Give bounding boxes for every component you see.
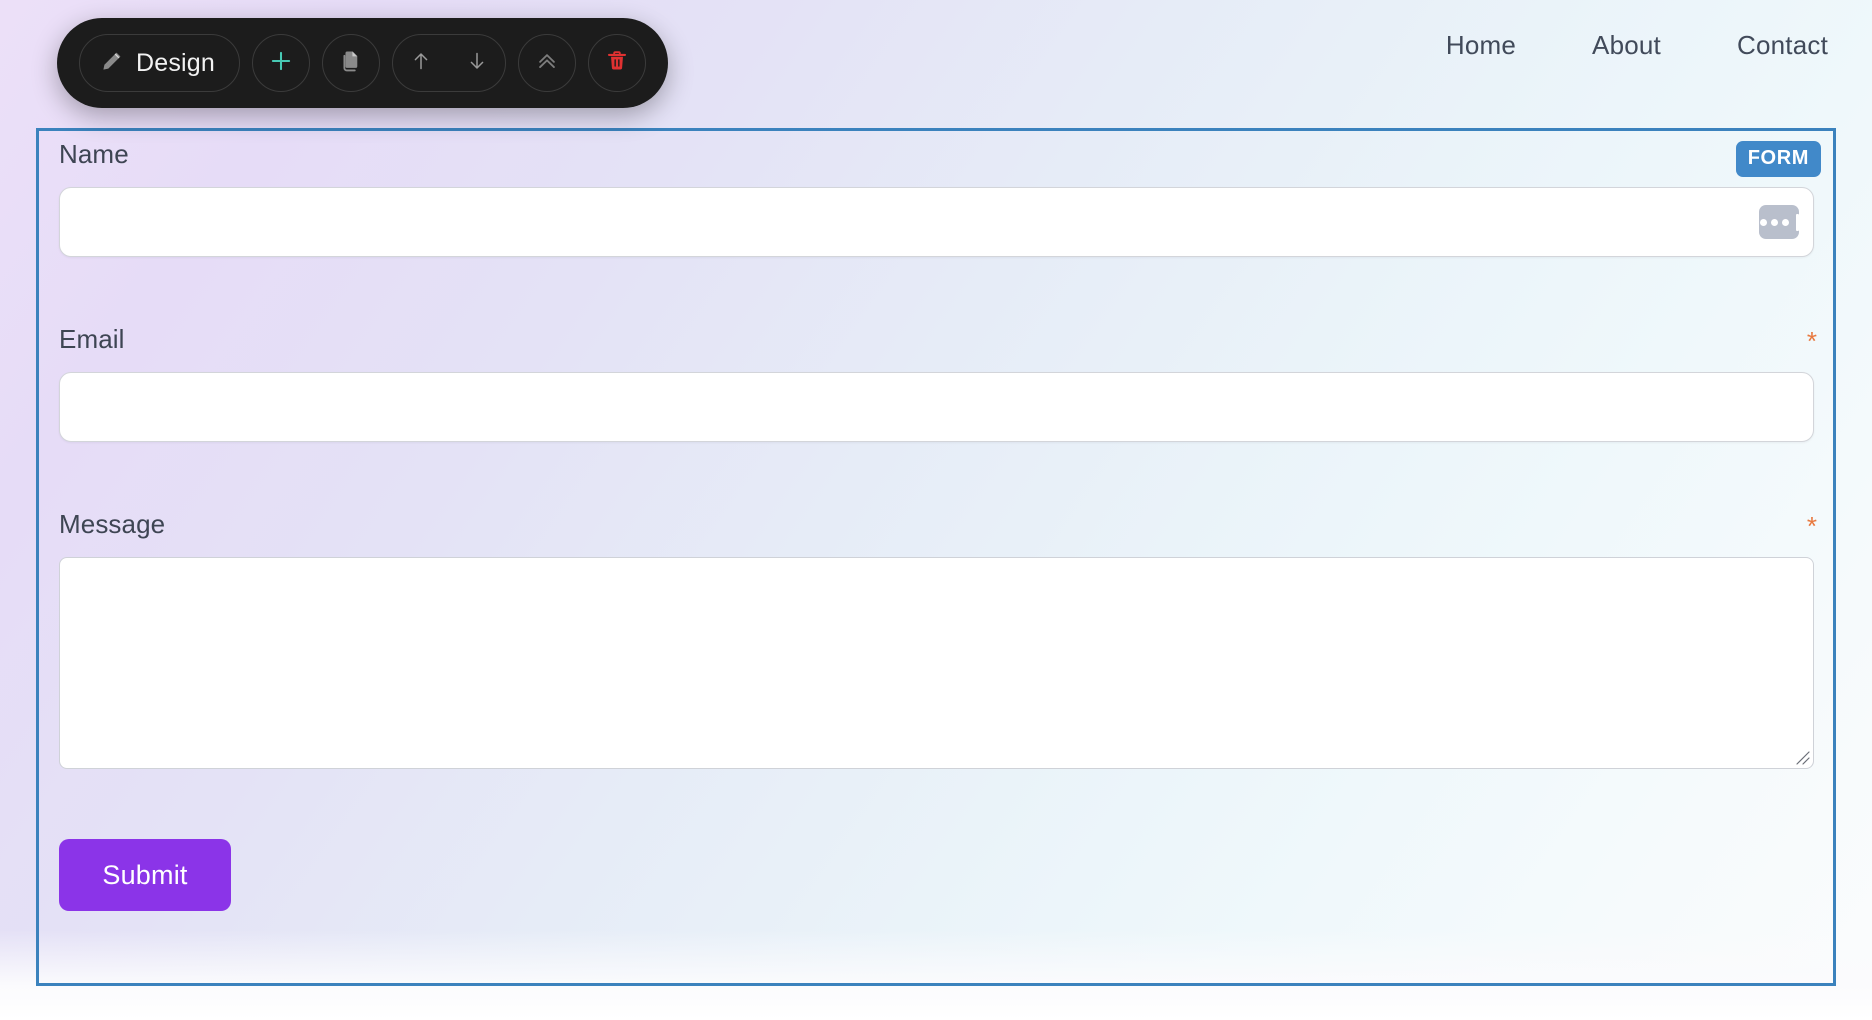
collapse-button[interactable] xyxy=(518,34,577,92)
site-navigation: Home About Contact xyxy=(1446,30,1828,61)
field-label-email: Email xyxy=(59,324,125,354)
dot xyxy=(1759,218,1767,226)
nav-link-contact[interactable]: Contact xyxy=(1737,30,1828,61)
plus-icon xyxy=(268,48,294,79)
nav-link-about[interactable]: About xyxy=(1592,30,1661,61)
name-input[interactable] xyxy=(59,187,1814,257)
dot xyxy=(1781,218,1789,226)
duplicate-block-button[interactable] xyxy=(322,34,381,92)
nav-link-home[interactable]: Home xyxy=(1446,30,1516,61)
arrow-up-icon xyxy=(409,49,433,78)
form-block-selected[interactable]: FORM Name * Email * xyxy=(36,128,1836,986)
copy-icon xyxy=(338,48,364,79)
block-type-badge: FORM xyxy=(1735,141,1821,177)
double-chevron-up-icon xyxy=(534,48,560,79)
move-down-button[interactable] xyxy=(449,35,505,91)
field-label-message: Message xyxy=(59,509,166,539)
trash-icon xyxy=(604,48,630,79)
required-marker-email: * xyxy=(1806,326,1817,356)
field-options-handle[interactable] xyxy=(1759,205,1799,239)
editor-toolbar: Design xyxy=(57,18,669,108)
delete-block-button[interactable] xyxy=(588,34,647,92)
resize-grip-icon[interactable] xyxy=(1792,747,1810,765)
cursor-bar-icon xyxy=(1795,213,1799,231)
app-root: Home About Contact Design FORM Name Emai… xyxy=(0,0,1872,1020)
pencil-icon xyxy=(100,49,124,78)
form-body: FORM Name * Email * xyxy=(39,131,1833,983)
field-label-name: Name xyxy=(59,139,129,169)
dot xyxy=(1770,218,1778,226)
add-block-button[interactable] xyxy=(252,34,311,92)
arrow-down-icon xyxy=(465,49,489,78)
design-mode-button[interactable]: Design xyxy=(79,34,241,92)
email-input[interactable] xyxy=(59,372,1814,442)
message-textarea[interactable] xyxy=(59,557,1814,769)
move-up-button[interactable] xyxy=(393,35,449,91)
design-mode-label: Design xyxy=(136,48,216,77)
submit-button[interactable]: Submit xyxy=(59,839,231,911)
move-buttons-group xyxy=(392,34,507,92)
required-marker-message: * xyxy=(1806,511,1817,541)
